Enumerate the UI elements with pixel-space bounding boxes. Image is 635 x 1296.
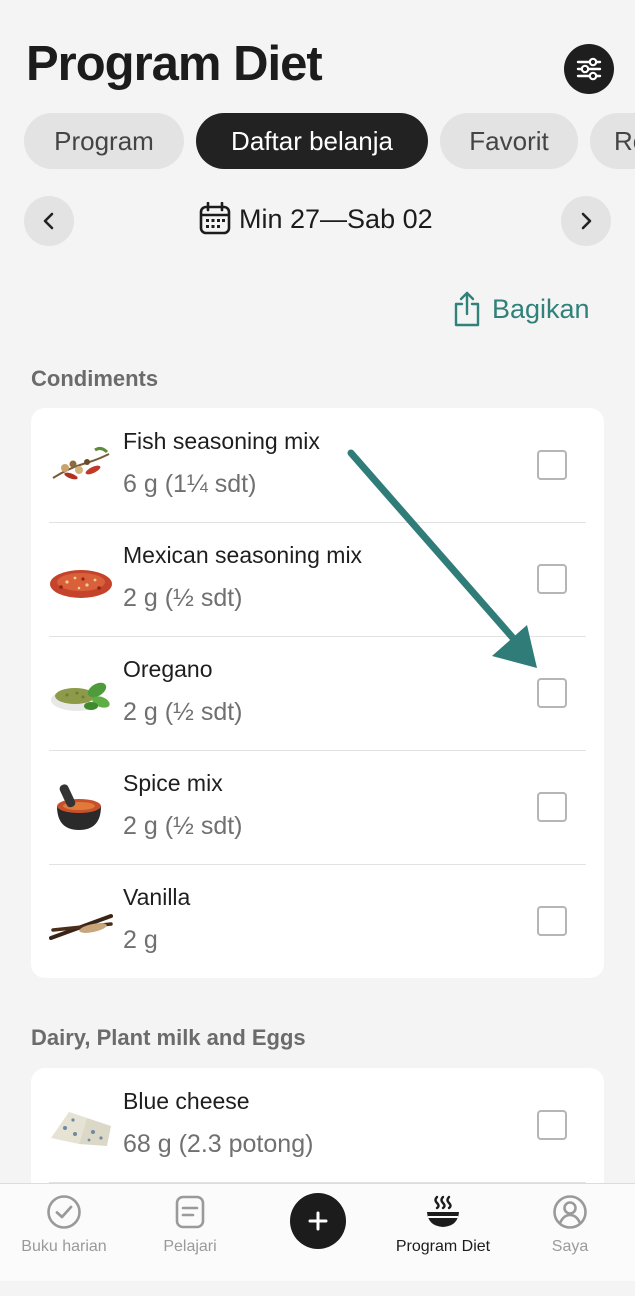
list-item[interactable]: Blue cheese 68 g (2.3 potong) [49, 1068, 586, 1182]
add-button[interactable] [290, 1193, 346, 1249]
fish-seasoning-mix-image [52, 446, 110, 480]
next-week-button[interactable] [561, 196, 611, 246]
tab-daftar-belanja[interactable]: Daftar belanja [196, 113, 428, 169]
sliders-icon [576, 57, 602, 81]
item-quantity: 2 g (½ sdt) [123, 698, 243, 726]
vanilla-image [49, 914, 113, 940]
share-label: Bagikan [492, 293, 590, 324]
date-range-label: Min 27—Sab 02 [239, 203, 433, 234]
divider [49, 636, 586, 637]
nav-pelajari[interactable]: Pelajari [125, 1184, 255, 1281]
item-quantity: 2 g [123, 926, 158, 954]
chevron-left-icon [43, 212, 54, 230]
user-icon [553, 1195, 587, 1229]
item-quantity: 2 g (½ sdt) [123, 812, 243, 840]
item-name: Fish seasoning mix [123, 428, 320, 454]
tab-resep[interactable]: Re [590, 113, 635, 169]
previous-week-button[interactable] [24, 196, 74, 246]
item-name: Vanilla [123, 884, 191, 910]
bowl-icon [427, 1195, 459, 1227]
tab-bar: Program Daftar belanja Favorit Re [24, 113, 635, 169]
list-item[interactable]: Vanilla 2 g [49, 864, 586, 978]
share-button[interactable]: Bagikan [452, 290, 590, 328]
item-checkbox[interactable] [537, 792, 567, 822]
divider [49, 864, 586, 865]
nav-label: Saya [551, 1238, 589, 1255]
divider [49, 750, 586, 751]
spice-mix-image [57, 784, 101, 830]
oregano-image [51, 682, 110, 711]
calendar-icon [199, 202, 231, 235]
item-name: Blue cheese [123, 1088, 250, 1114]
bottom-navigation: Buku harian Pelajari Program Diet Saya [0, 1183, 635, 1281]
date-range-selector[interactable]: Min 27—Sab 02 [199, 202, 433, 236]
nav-label: Buku harian [21, 1238, 107, 1255]
item-name: Spice mix [123, 770, 223, 796]
tab-favorit[interactable]: Favorit [440, 113, 578, 169]
item-checkbox[interactable] [537, 1110, 567, 1140]
item-quantity: 2 g (½ sdt) [123, 584, 243, 612]
mexican-seasoning-mix-image [50, 570, 112, 598]
nav-label: Pelajari [163, 1238, 217, 1255]
check-circle-icon [47, 1195, 81, 1229]
tab-program[interactable]: Program [24, 113, 184, 169]
document-icon [175, 1195, 205, 1229]
share-icon [454, 291, 480, 327]
plus-icon [308, 1211, 328, 1231]
blue-cheese-image [51, 1112, 111, 1146]
item-quantity: 6 g (1¼ sdt) [123, 470, 257, 498]
condiments-card: Fish seasoning mix 6 g (1¼ sdt) Mexican … [31, 408, 604, 978]
section-title-condiments: Condiments [31, 366, 159, 391]
item-checkbox[interactable] [537, 450, 567, 480]
list-item[interactable]: Fish seasoning mix 6 g (1¼ sdt) [49, 408, 586, 522]
item-quantity: 68 g (2.3 potong) [123, 1130, 314, 1158]
nav-saya[interactable]: Saya [505, 1184, 635, 1281]
nav-buku-harian[interactable]: Buku harian [0, 1184, 129, 1281]
filter-settings-button[interactable] [564, 44, 614, 94]
nav-program-diet[interactable]: Program Diet [378, 1184, 508, 1281]
item-checkbox[interactable] [537, 564, 567, 594]
item-checkbox[interactable] [537, 906, 567, 936]
chevron-right-icon [581, 212, 592, 230]
nav-label: Program Diet [395, 1238, 491, 1255]
page-title: Program Diet [26, 37, 323, 91]
divider [49, 522, 586, 523]
list-item[interactable]: Mexican seasoning mix 2 g (½ sdt) [49, 522, 586, 636]
item-name: Oregano [123, 656, 213, 682]
section-title-dairy: Dairy, Plant milk and Eggs [31, 1025, 306, 1050]
item-name: Mexican seasoning mix [123, 542, 363, 568]
date-navigation: Min 27—Sab 02 [24, 196, 611, 246]
list-item[interactable]: Oregano 2 g (½ sdt) [49, 636, 586, 750]
item-checkbox[interactable] [537, 678, 567, 708]
list-item[interactable]: Spice mix 2 g (½ sdt) [49, 750, 586, 864]
